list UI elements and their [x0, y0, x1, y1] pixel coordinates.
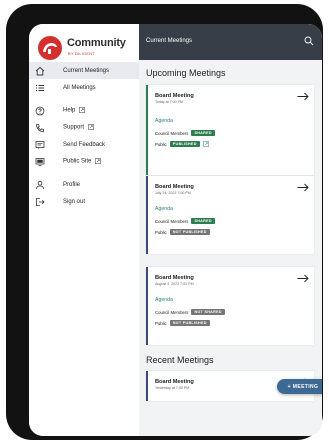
help-icon	[35, 106, 45, 115]
sidebar-nav: Current Meetings All Meetings Help Suppo…	[29, 62, 139, 210]
top-bar: Current Meetings	[139, 24, 322, 60]
sign-out-icon	[36, 197, 45, 206]
arrow-right-icon[interactable]	[297, 274, 309, 283]
brand-sub: BY DILIGENT	[68, 51, 96, 56]
monitor-icon	[35, 157, 45, 166]
arrow-right-icon[interactable]	[297, 183, 309, 192]
arrow-right-icon[interactable]	[297, 92, 309, 101]
external-link-icon[interactable]	[202, 141, 209, 148]
status-badge: NOT SHARED	[191, 309, 225, 316]
public-label: Public	[155, 320, 167, 326]
status-badge: SHARED	[191, 130, 215, 137]
sidebar: Community BY DILIGENT Current Meetings A…	[29, 24, 140, 436]
meeting-title: Board Meeting	[155, 379, 194, 385]
council-label: Council Members	[155, 309, 189, 315]
upcoming-meetings-heading: Upcoming Meetings	[146, 68, 226, 78]
council-status-row: Council Members SHARED	[155, 218, 215, 225]
public-status-row: Public PUBLISHED	[155, 141, 209, 148]
public-label: Public	[155, 141, 167, 147]
tablet-frame: Community BY DILIGENT Current Meetings A…	[6, 4, 323, 440]
brand-logo[interactable]: Community BY DILIGENT	[37, 32, 137, 62]
public-status-row: Public NOT PUBLISHED	[155, 320, 210, 327]
council-label: Council Members	[155, 218, 189, 224]
app-screen: Community BY DILIGENT Current Meetings A…	[29, 24, 322, 436]
brand-name: Community	[67, 37, 126, 49]
council-status-row: Council Members SHARED	[155, 130, 215, 137]
sidebar-item-help[interactable]: Help	[29, 102, 139, 119]
public-status-row: Public NOT PUBLISHED	[155, 229, 210, 236]
sidebar-item-label: Support	[63, 124, 85, 131]
agenda-link[interactable]: Agenda	[155, 297, 173, 303]
feedback-icon	[35, 140, 45, 149]
status-badge: SHARED	[191, 218, 215, 225]
meeting-date: July 24, 2023 7:00 PM	[155, 191, 191, 195]
add-meeting-button[interactable]: + MEETING	[277, 379, 322, 394]
meeting-card[interactable]: Board Meeting August 4, 2023 7:00 PM Age…	[146, 267, 314, 345]
status-badge: PUBLISHED	[169, 141, 200, 148]
sidebar-item-send-feedback[interactable]: Send Feedback	[29, 136, 139, 153]
sidebar-item-label: Profile	[63, 181, 81, 188]
meeting-card[interactable]: Board Meeting July 24, 2023 7:00 PM Agen…	[146, 176, 314, 254]
meeting-date: Today at 7:00 PM	[155, 100, 183, 104]
sidebar-item-public-site[interactable]: Public Site	[29, 153, 139, 170]
search-icon[interactable]	[304, 36, 314, 46]
meeting-title: Board Meeting	[155, 93, 194, 99]
sidebar-item-all-meetings[interactable]: All Meetings	[29, 79, 139, 96]
public-label: Public	[155, 229, 167, 235]
sidebar-item-label: Public Site	[63, 158, 92, 165]
sidebar-item-label: Help	[63, 107, 76, 114]
external-link-icon	[95, 158, 102, 165]
sidebar-item-label: Current Meetings	[63, 67, 110, 74]
home-icon	[35, 66, 45, 75]
agenda-link[interactable]: Agenda	[155, 118, 173, 124]
external-link-icon	[79, 107, 86, 114]
recent-meetings-heading: Recent Meetings	[146, 355, 214, 365]
sidebar-item-current-meetings[interactable]: Current Meetings	[29, 62, 139, 79]
meeting-title: Board Meeting	[155, 184, 194, 190]
sidebar-item-label: Send Feedback	[63, 141, 106, 148]
person-icon	[36, 180, 44, 189]
meeting-date: Yesterday at 7:00 PM	[155, 386, 190, 390]
page-title: Current Meetings	[146, 38, 193, 44]
phone-icon	[35, 123, 44, 132]
community-logo-icon	[38, 36, 62, 60]
main-content: Current Meetings Upcoming Meetings Board…	[139, 24, 322, 436]
status-badge: NOT PUBLISHED	[169, 229, 210, 236]
status-badge: NOT PUBLISHED	[169, 320, 210, 327]
meeting-title: Board Meeting	[155, 275, 194, 281]
sidebar-item-sign-out[interactable]: Sign out	[29, 193, 139, 210]
meeting-date: August 4, 2023 7:00 PM	[155, 282, 194, 286]
meeting-card[interactable]: Board Meeting Today at 7:00 PM Agenda Co…	[146, 85, 314, 175]
sidebar-item-profile[interactable]: Profile	[29, 176, 139, 193]
council-status-row: Council Members NOT SHARED	[155, 309, 225, 316]
sidebar-item-label: Sign out	[63, 198, 86, 205]
sidebar-item-label: All Meetings	[63, 84, 96, 91]
external-link-icon	[88, 124, 94, 131]
agenda-link[interactable]: Agenda	[155, 206, 173, 212]
council-label: Council Members	[155, 130, 189, 136]
list-icon	[36, 84, 44, 91]
sidebar-item-support[interactable]: Support	[29, 119, 139, 136]
